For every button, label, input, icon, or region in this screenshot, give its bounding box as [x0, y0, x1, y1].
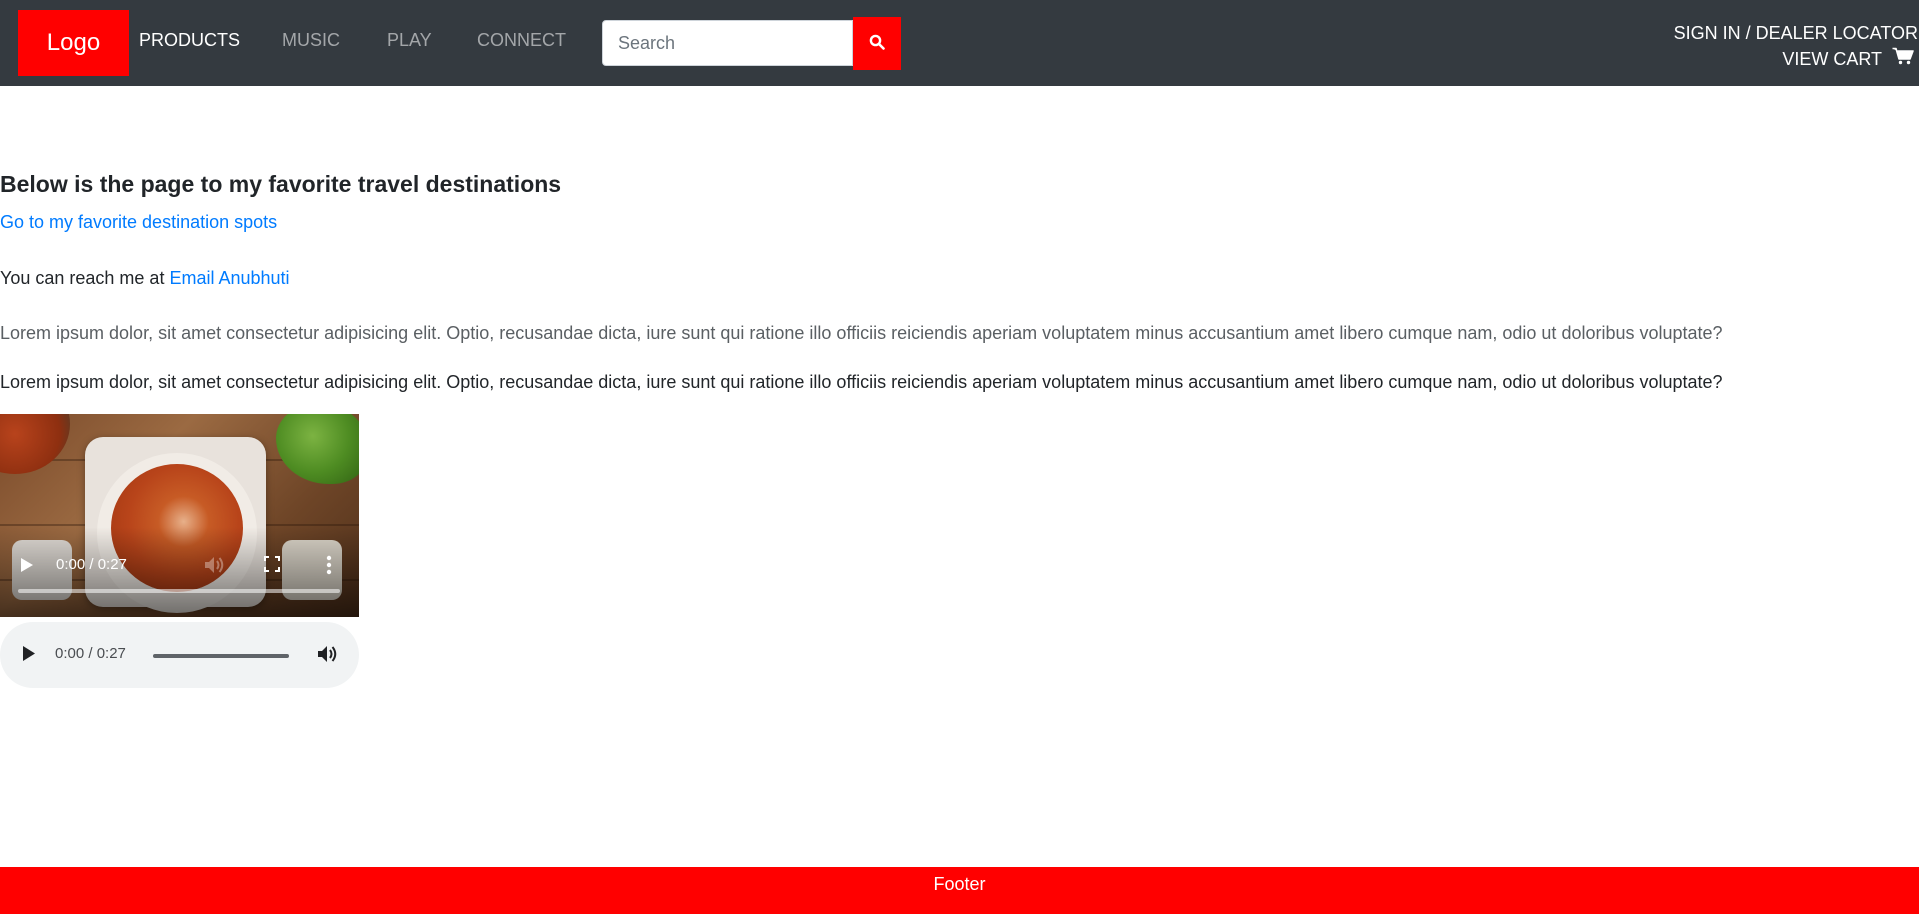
volume-icon[interactable]: [204, 555, 226, 579]
shopping-cart-icon: [1892, 46, 1914, 72]
nav-item-play[interactable]: PLAY: [387, 30, 432, 51]
search-icon: [869, 34, 885, 53]
contact-line: You can reach me at Email Anubhuti: [0, 268, 290, 289]
search-button[interactable]: [853, 17, 901, 70]
footer-text: Footer: [933, 874, 986, 894]
fullscreen-icon[interactable]: [264, 556, 280, 576]
video-progress-bar[interactable]: [18, 589, 340, 593]
volume-icon[interactable]: [317, 644, 339, 669]
audio-player[interactable]: 0:00 / 0:27: [0, 622, 359, 688]
navbar: Logo PRODUCTS MUSIC PLAY CONNECT SIGN IN…: [0, 0, 1919, 86]
logo[interactable]: Logo: [18, 10, 129, 76]
contact-prefix: You can reach me at: [0, 268, 165, 288]
nav-item-connect[interactable]: CONNECT: [477, 30, 566, 51]
video-player[interactable]: 0:00 / 0:27: [0, 414, 359, 617]
basil-leaves-image: [276, 414, 359, 484]
footer: Footer: [0, 867, 1919, 914]
view-cart-link[interactable]: VIEW CART: [1674, 46, 1918, 72]
email-link[interactable]: Email Anubhuti: [169, 268, 289, 288]
play-icon[interactable]: [20, 557, 34, 577]
video-controls: 0:00 / 0:27: [0, 545, 359, 595]
body-paragraph: Lorem ipsum dolor, sit amet consectetur …: [0, 372, 1723, 392]
nav-item-products[interactable]: PRODUCTS: [139, 30, 240, 51]
video-time: 0:00 / 0:27: [56, 556, 127, 573]
audio-time: 0:00 / 0:27: [55, 645, 126, 662]
page-heading: Below is the page to my favorite travel …: [0, 171, 562, 197]
more-options-icon[interactable]: [326, 555, 332, 579]
audio-progress-bar[interactable]: [153, 654, 289, 658]
nav-right-links: SIGN IN / DEALER LOCATOR VIEW CART: [1674, 20, 1918, 72]
favorite-destination-link[interactable]: Go to my favorite destination spots: [0, 212, 277, 233]
nav-item-music[interactable]: MUSIC: [282, 30, 340, 51]
play-icon[interactable]: [22, 645, 36, 667]
sauce-bowl-image: [0, 414, 70, 474]
lead-paragraph: Lorem ipsum dolor, sit amet consectetur …: [0, 323, 1723, 343]
search-input[interactable]: [602, 20, 853, 66]
sign-in-dealer-locator-link[interactable]: SIGN IN / DEALER LOCATOR: [1674, 20, 1918, 46]
view-cart-label: VIEW CART: [1782, 49, 1882, 69]
